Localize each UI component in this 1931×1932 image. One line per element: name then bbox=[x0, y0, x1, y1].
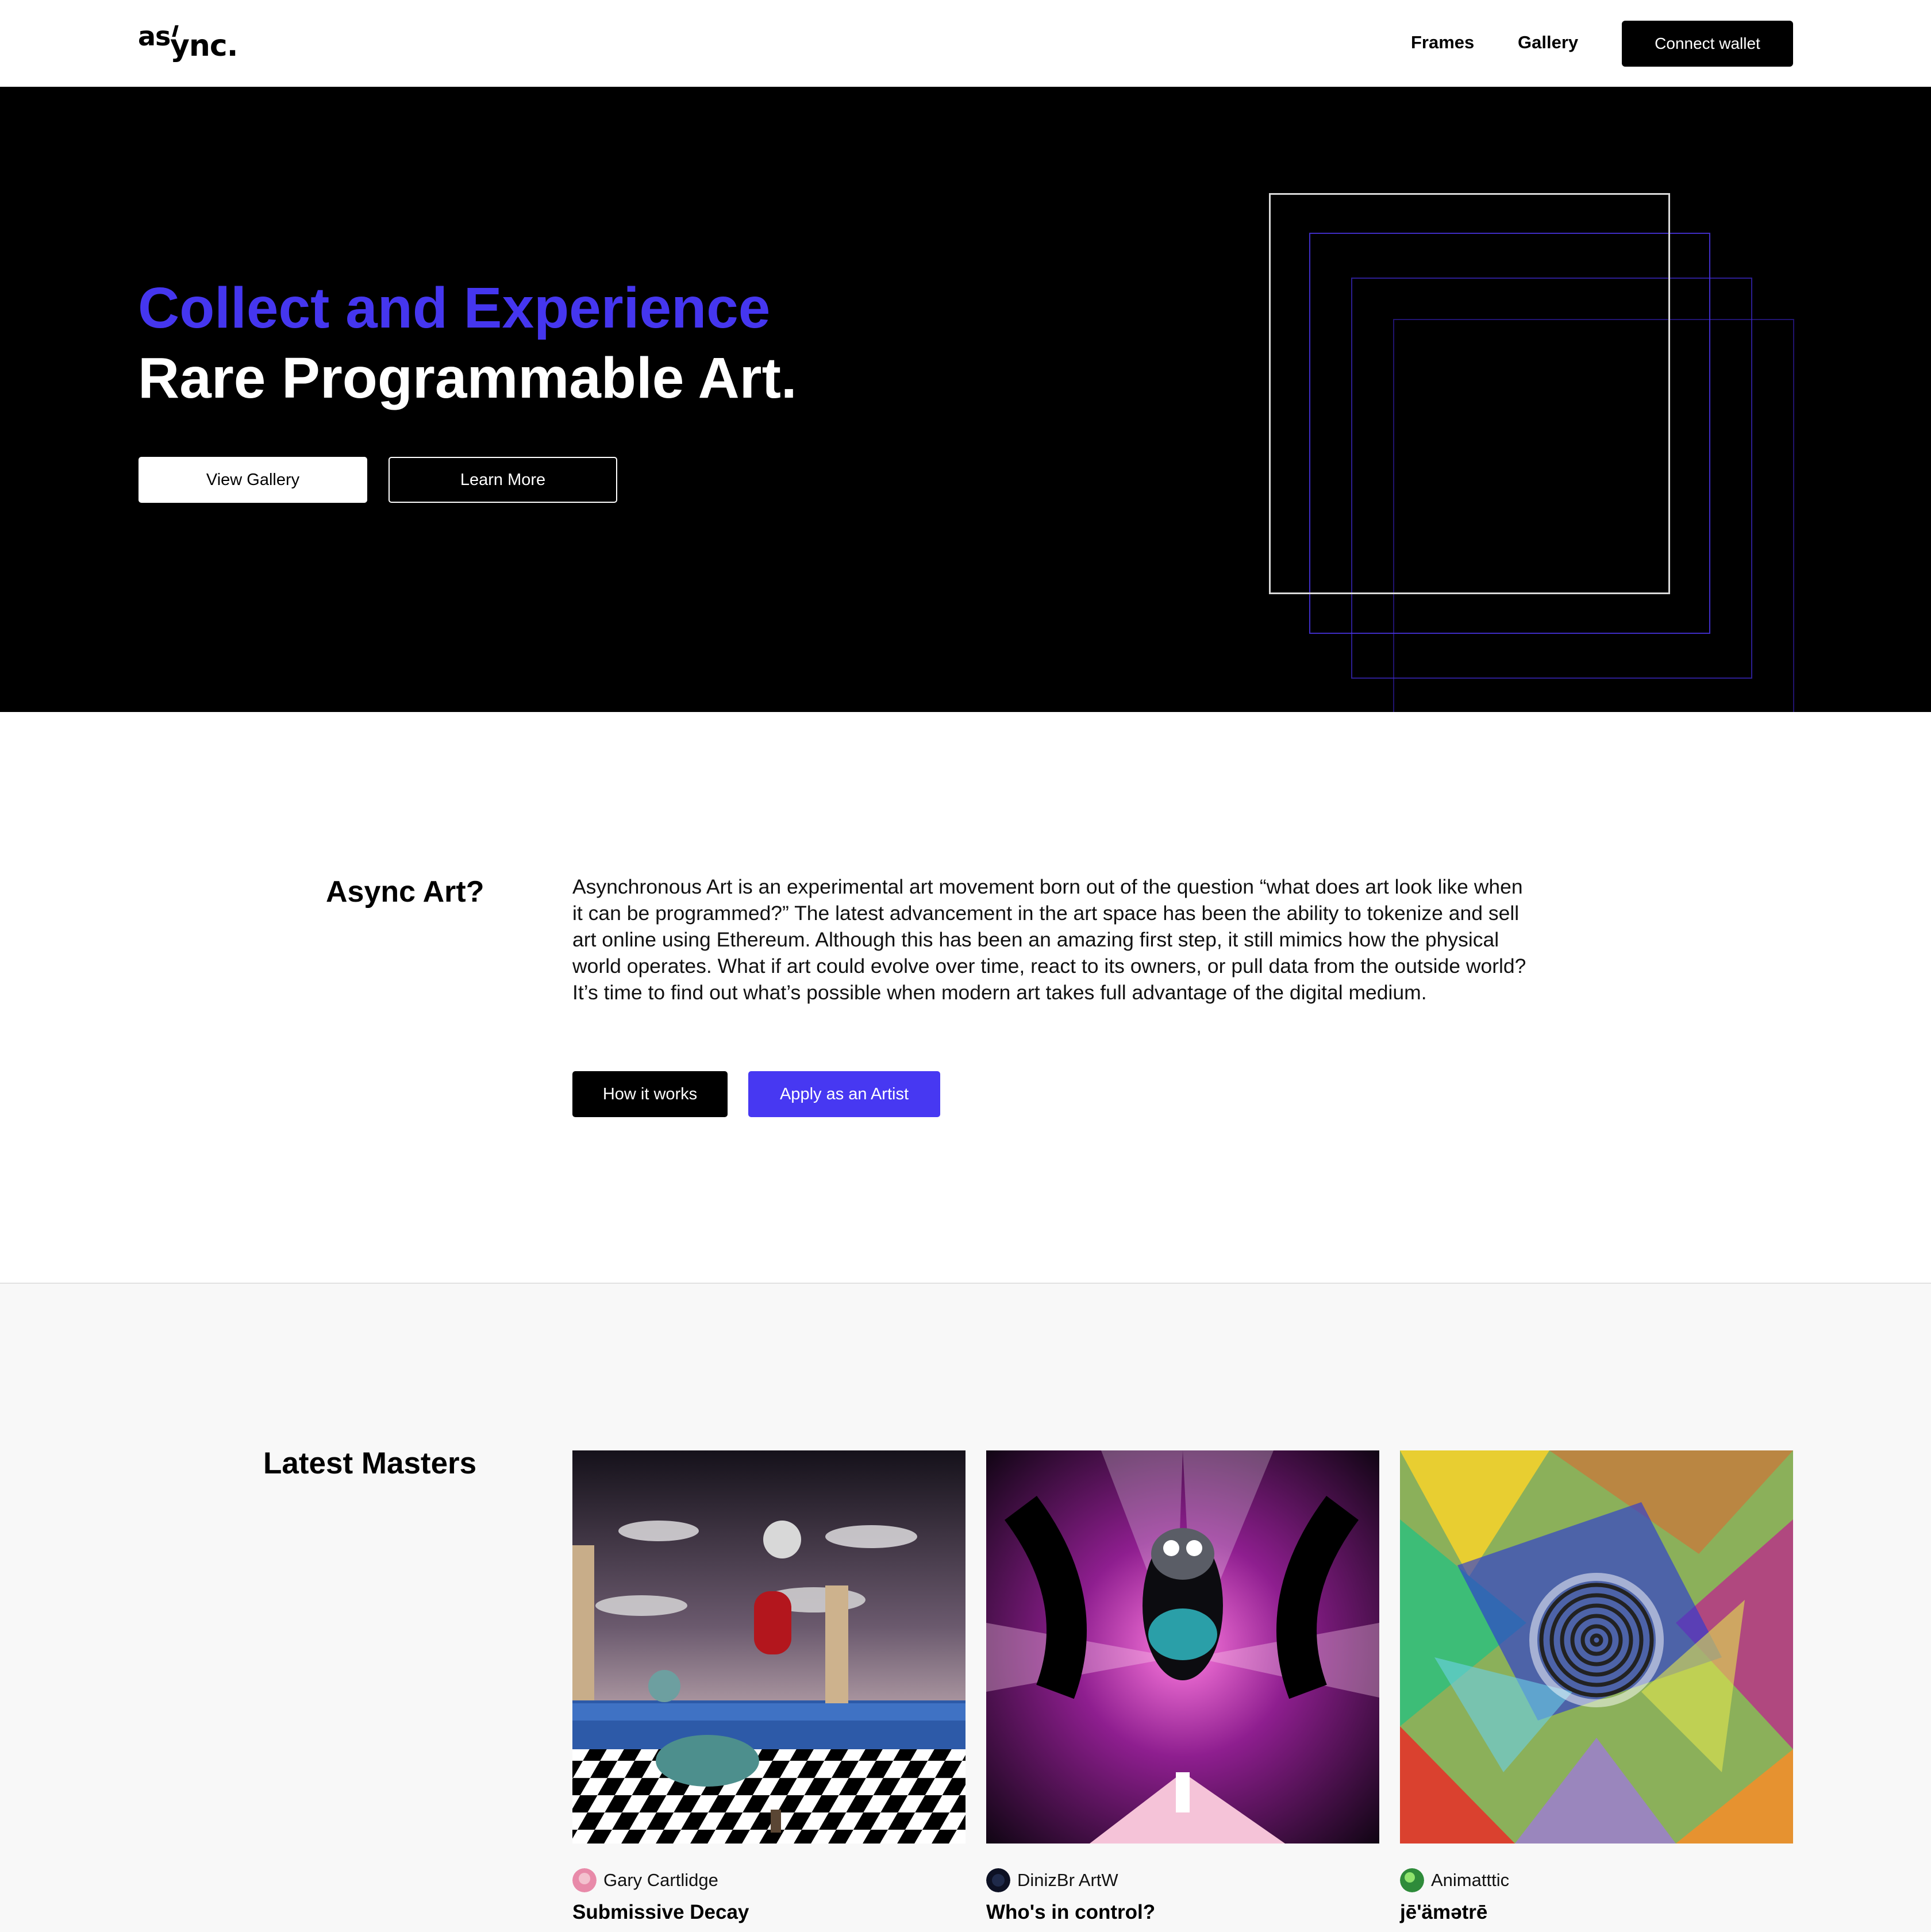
artist-info[interactable]: Animatttic bbox=[1400, 1867, 1509, 1893]
artwork-card-submissive-decay[interactable]: Gary Cartlidge Submissive Decay bbox=[572, 1450, 965, 1923]
nav-gallery-link[interactable]: Gallery bbox=[1518, 32, 1578, 53]
decorative-frame-1 bbox=[1269, 193, 1670, 594]
logo-text-part2: ync. bbox=[170, 29, 238, 63]
view-gallery-button[interactable]: View Gallery bbox=[139, 457, 367, 503]
artwork-image-surreal-checkerboard[interactable] bbox=[572, 1450, 965, 1844]
how-it-works-button[interactable]: How it works bbox=[572, 1071, 728, 1117]
artwork-title[interactable]: Who's in control? bbox=[986, 1901, 1155, 1924]
about-description: Asynchronous Art is an experimental art … bbox=[572, 875, 1526, 1004]
async-logo[interactable]: as ync. bbox=[138, 21, 238, 63]
artist-name: DinizBr ArtW bbox=[1017, 1870, 1118, 1890]
latest-masters-section: Latest Masters Gary Cartlidge Submissive… bbox=[0, 1283, 1931, 1932]
hero-title-main: Rare Programmable Art. bbox=[138, 346, 797, 410]
artwork-title[interactable]: jē'ämətrē bbox=[1400, 1901, 1487, 1924]
logo-text-part1: as bbox=[138, 21, 171, 52]
connect-wallet-button[interactable]: Connect wallet bbox=[1622, 21, 1793, 67]
about-heading: Async Art? bbox=[326, 875, 484, 909]
artist-avatar bbox=[572, 1868, 597, 1892]
artist-name: Gary Cartlidge bbox=[603, 1870, 718, 1890]
artwork-image-dark-figure[interactable] bbox=[986, 1450, 1379, 1844]
artist-avatar bbox=[986, 1868, 1010, 1892]
latest-masters-heading: Latest Masters bbox=[263, 1446, 477, 1480]
artwork-card-whos-in-control[interactable]: DinizBr ArtW Who's in control? bbox=[986, 1450, 1379, 1923]
hero-section: Collect and Experience Rare Programmable… bbox=[0, 87, 1931, 712]
top-navigation-bar: as ync. Frames Gallery Connect wallet bbox=[0, 0, 1931, 88]
apply-as-artist-button[interactable]: Apply as an Artist bbox=[748, 1071, 940, 1117]
hero-title-accent: Collect and Experience bbox=[138, 276, 771, 340]
learn-more-button[interactable]: Learn More bbox=[388, 457, 617, 503]
artist-info[interactable]: DinizBr ArtW bbox=[986, 1867, 1118, 1893]
artwork-card-geometry[interactable]: Animatttic jē'ämətrē bbox=[1400, 1450, 1793, 1923]
artist-info[interactable]: Gary Cartlidge bbox=[572, 1867, 718, 1893]
artist-name: Animatttic bbox=[1431, 1870, 1510, 1890]
artwork-title[interactable]: Submissive Decay bbox=[572, 1901, 749, 1924]
artist-avatar bbox=[1400, 1868, 1424, 1892]
nav-frames-link[interactable]: Frames bbox=[1411, 32, 1474, 53]
artwork-image-colorful-geometric[interactable] bbox=[1400, 1450, 1793, 1844]
